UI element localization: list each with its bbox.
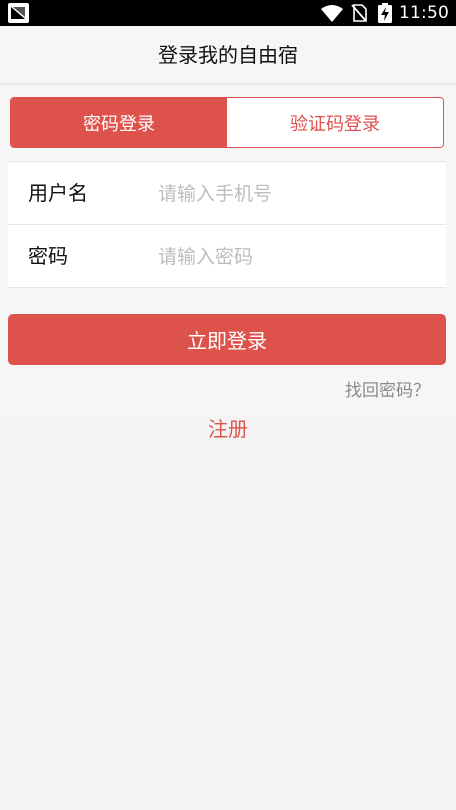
tab-code-login[interactable]: 验证码登录 (227, 98, 443, 147)
page-title: 登录我的自由宿 (158, 43, 298, 67)
clock-time: 11:50 (399, 3, 449, 23)
no-sim-icon (351, 4, 367, 26)
app-notification-icon (8, 3, 29, 23)
forgot-password-link[interactable]: 找回密码？ (345, 376, 430, 401)
password-input[interactable] (158, 237, 428, 277)
battery-charging-icon (378, 3, 392, 27)
password-row: 密码 (8, 225, 446, 288)
register-link[interactable]: 注册 (0, 413, 456, 442)
username-input[interactable] (158, 174, 428, 214)
tab-password-login[interactable]: 密码登录 (11, 98, 227, 147)
username-label: 用户名 (28, 181, 88, 205)
username-row: 用户名 (8, 162, 446, 225)
password-label: 密码 (28, 244, 68, 268)
tab-code-login-label: 验证码登录 (290, 113, 380, 135)
wifi-icon (321, 5, 343, 26)
login-button[interactable]: 立即登录 (8, 314, 446, 365)
app-header: 登录我的自由宿 (0, 26, 456, 84)
login-mode-tabs: 密码登录 验证码登录 (10, 97, 444, 148)
tab-password-login-label: 密码登录 (83, 113, 155, 135)
login-form: 用户名 密码 (8, 161, 446, 288)
status-bar: 11:50 (0, 0, 456, 26)
